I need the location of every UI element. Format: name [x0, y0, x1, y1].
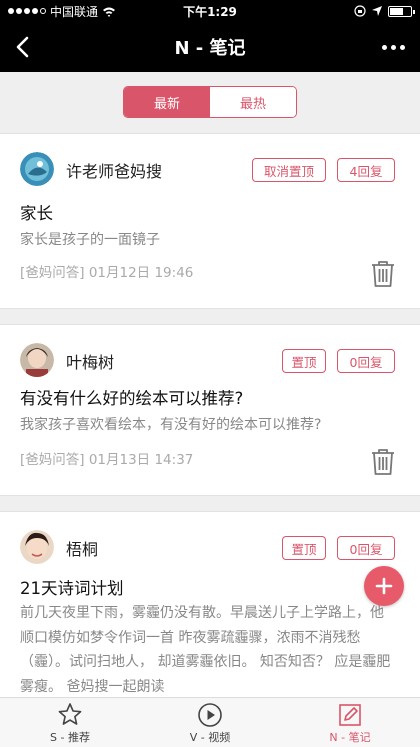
post-card[interactable]: 叶梅树 置顶 0回复 有没有什么好的绘本可以推荐? 我家孩子喜欢看绘本，有没有好… — [0, 324, 420, 496]
post-body: 前几天夜里下雨，雾霾仍没有散。早晨送儿子上学路上，他顺口模仿如梦令作词一首 昨夜… — [20, 605, 391, 695]
tab-video[interactable]: V - 视频 — [140, 698, 280, 747]
author-name[interactable]: 许老师爸妈搜 — [66, 158, 162, 182]
status-bar: 中国联通 下午1:29 — [0, 0, 420, 22]
trash-icon — [372, 261, 394, 287]
avatar[interactable] — [20, 152, 54, 186]
more-dot-icon — [381, 44, 387, 50]
post-meta: [爸妈问答] 01月13日 14:37 — [20, 452, 194, 468]
more-dot-icon — [390, 44, 396, 50]
tab-label: N - 笔记 — [329, 731, 371, 744]
delete-button[interactable] — [370, 448, 396, 476]
pin-button[interactable]: 置顶 — [282, 349, 326, 373]
post-card[interactable]: 许老师爸妈搜 取消置顶 4回复 家长 家长是孩子的一面镜子 [爸妈问答] 01月… — [0, 133, 420, 309]
battery-icon — [388, 5, 415, 17]
back-button[interactable] — [10, 32, 38, 62]
tab-recommend[interactable]: S - 推荐 — [0, 698, 140, 747]
author-name[interactable]: 梧桐 — [66, 536, 98, 560]
trash-icon — [372, 449, 394, 475]
carrier-label: 中国联通 — [50, 4, 99, 19]
star-icon — [58, 703, 82, 725]
tab-bar: S - 推荐 V - 视频 N - 笔记 — [0, 697, 420, 747]
more-button[interactable] — [378, 34, 408, 60]
post-card[interactable]: 梧桐 置顶 0回复 21天诗词计划 前几天夜里下雨，雾霾仍没有散。早晨送儿子上学… — [0, 511, 420, 697]
page-title: N - 笔记 — [174, 38, 246, 59]
segment-bar: 最新 最热 — [0, 72, 420, 132]
edit-icon — [339, 704, 361, 726]
tab-label: V - 视频 — [189, 731, 231, 744]
chevron-left-icon — [16, 36, 29, 58]
play-icon — [198, 703, 222, 727]
avatar[interactable] — [20, 530, 54, 564]
author-name[interactable]: 叶梅树 — [66, 349, 114, 373]
unpin-button[interactable]: 取消置顶 — [252, 158, 326, 182]
post-title: 21天诗词计划 — [20, 579, 124, 598]
nav-bar: N - 笔记 — [0, 22, 420, 72]
pin-button[interactable]: 置顶 — [282, 536, 326, 560]
post-body: 我家孩子喜欢看绘本，有没有好的绘本可以推荐? — [20, 417, 322, 433]
tab-notes[interactable]: N - 笔记 — [280, 698, 420, 747]
segment-hottest[interactable]: 最热 — [210, 87, 296, 117]
status-time: 下午1:29 — [183, 4, 237, 19]
signal-icon — [8, 8, 46, 14]
location-icon — [372, 6, 382, 16]
reply-count-button[interactable]: 4回复 — [337, 158, 395, 182]
wifi-icon — [103, 7, 116, 17]
delete-button[interactable] — [370, 260, 396, 288]
add-post-button[interactable] — [364, 566, 404, 606]
more-dot-icon — [399, 44, 405, 50]
segment-latest[interactable]: 最新 — [124, 87, 210, 117]
post-body: 家长是孩子的一面镜子 — [20, 232, 160, 248]
sort-segmented-control: 最新 最热 — [123, 86, 297, 118]
reply-count-button[interactable]: 0回复 — [337, 349, 395, 373]
post-meta: [爸妈问答] 01月12日 19:46 — [20, 265, 194, 281]
reply-count-button[interactable]: 0回复 — [337, 536, 395, 560]
plus-icon — [375, 577, 393, 595]
avatar[interactable] — [20, 343, 54, 377]
post-title: 有没有什么好的绘本可以推荐? — [20, 389, 244, 408]
post-title: 家长 — [20, 204, 53, 223]
rotation-lock-icon — [354, 5, 366, 17]
tab-label: S - 推荐 — [50, 731, 90, 744]
